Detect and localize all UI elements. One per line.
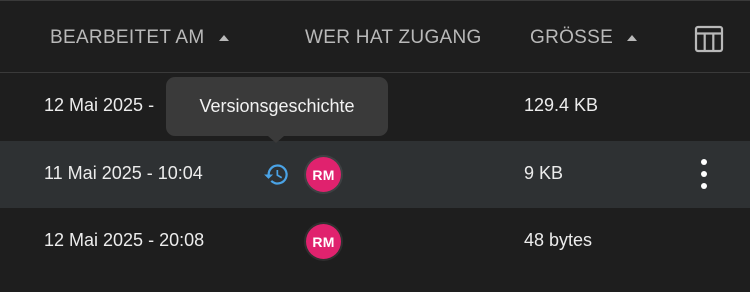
- avatar[interactable]: RM: [306, 157, 341, 192]
- version-history-icon[interactable]: [263, 161, 290, 188]
- table-row-selected[interactable]: 11 Mai 2025 - 10:04 RM 9 KB: [0, 141, 750, 208]
- column-header-access[interactable]: WER HAT ZUGANG: [305, 27, 482, 49]
- column-header-edited-label: BEARBEITET AM: [50, 27, 205, 48]
- file-size: 129.4 KB: [524, 95, 599, 115]
- column-header-edited[interactable]: BEARBEITET AM: [50, 27, 229, 49]
- edited-date: 11 Mai 2025 - 10:04: [44, 163, 203, 183]
- table-header: BEARBEITET AM WER HAT ZUGANG GRÖSSE: [0, 1, 750, 73]
- file-size: 48 bytes: [524, 230, 593, 250]
- tooltip-text: Versionsgeschichte: [199, 96, 355, 116]
- column-header-size[interactable]: GRÖSSE: [530, 27, 638, 49]
- file-size: 9 KB: [524, 163, 564, 183]
- sort-ascending-icon: [627, 35, 638, 41]
- edited-date: 12 Mai 2025 - 20:08: [44, 230, 205, 250]
- tooltip: Versionsgeschichte: [166, 77, 388, 136]
- avatar[interactable]: RM: [306, 224, 341, 259]
- tooltip-arrow: [268, 136, 284, 143]
- sort-ascending-icon: [218, 35, 229, 41]
- column-header-access-label: WER HAT ZUGANG: [305, 27, 482, 48]
- table-row[interactable]: 12 Mai 2025 - 20:08 RM 48 bytes: [0, 208, 750, 275]
- more-vertical-icon[interactable]: [695, 159, 713, 189]
- edited-date: 12 Mai 2025 -: [44, 95, 155, 115]
- column-header-size-label: GRÖSSE: [530, 27, 614, 48]
- table-columns-icon[interactable]: [694, 24, 724, 54]
